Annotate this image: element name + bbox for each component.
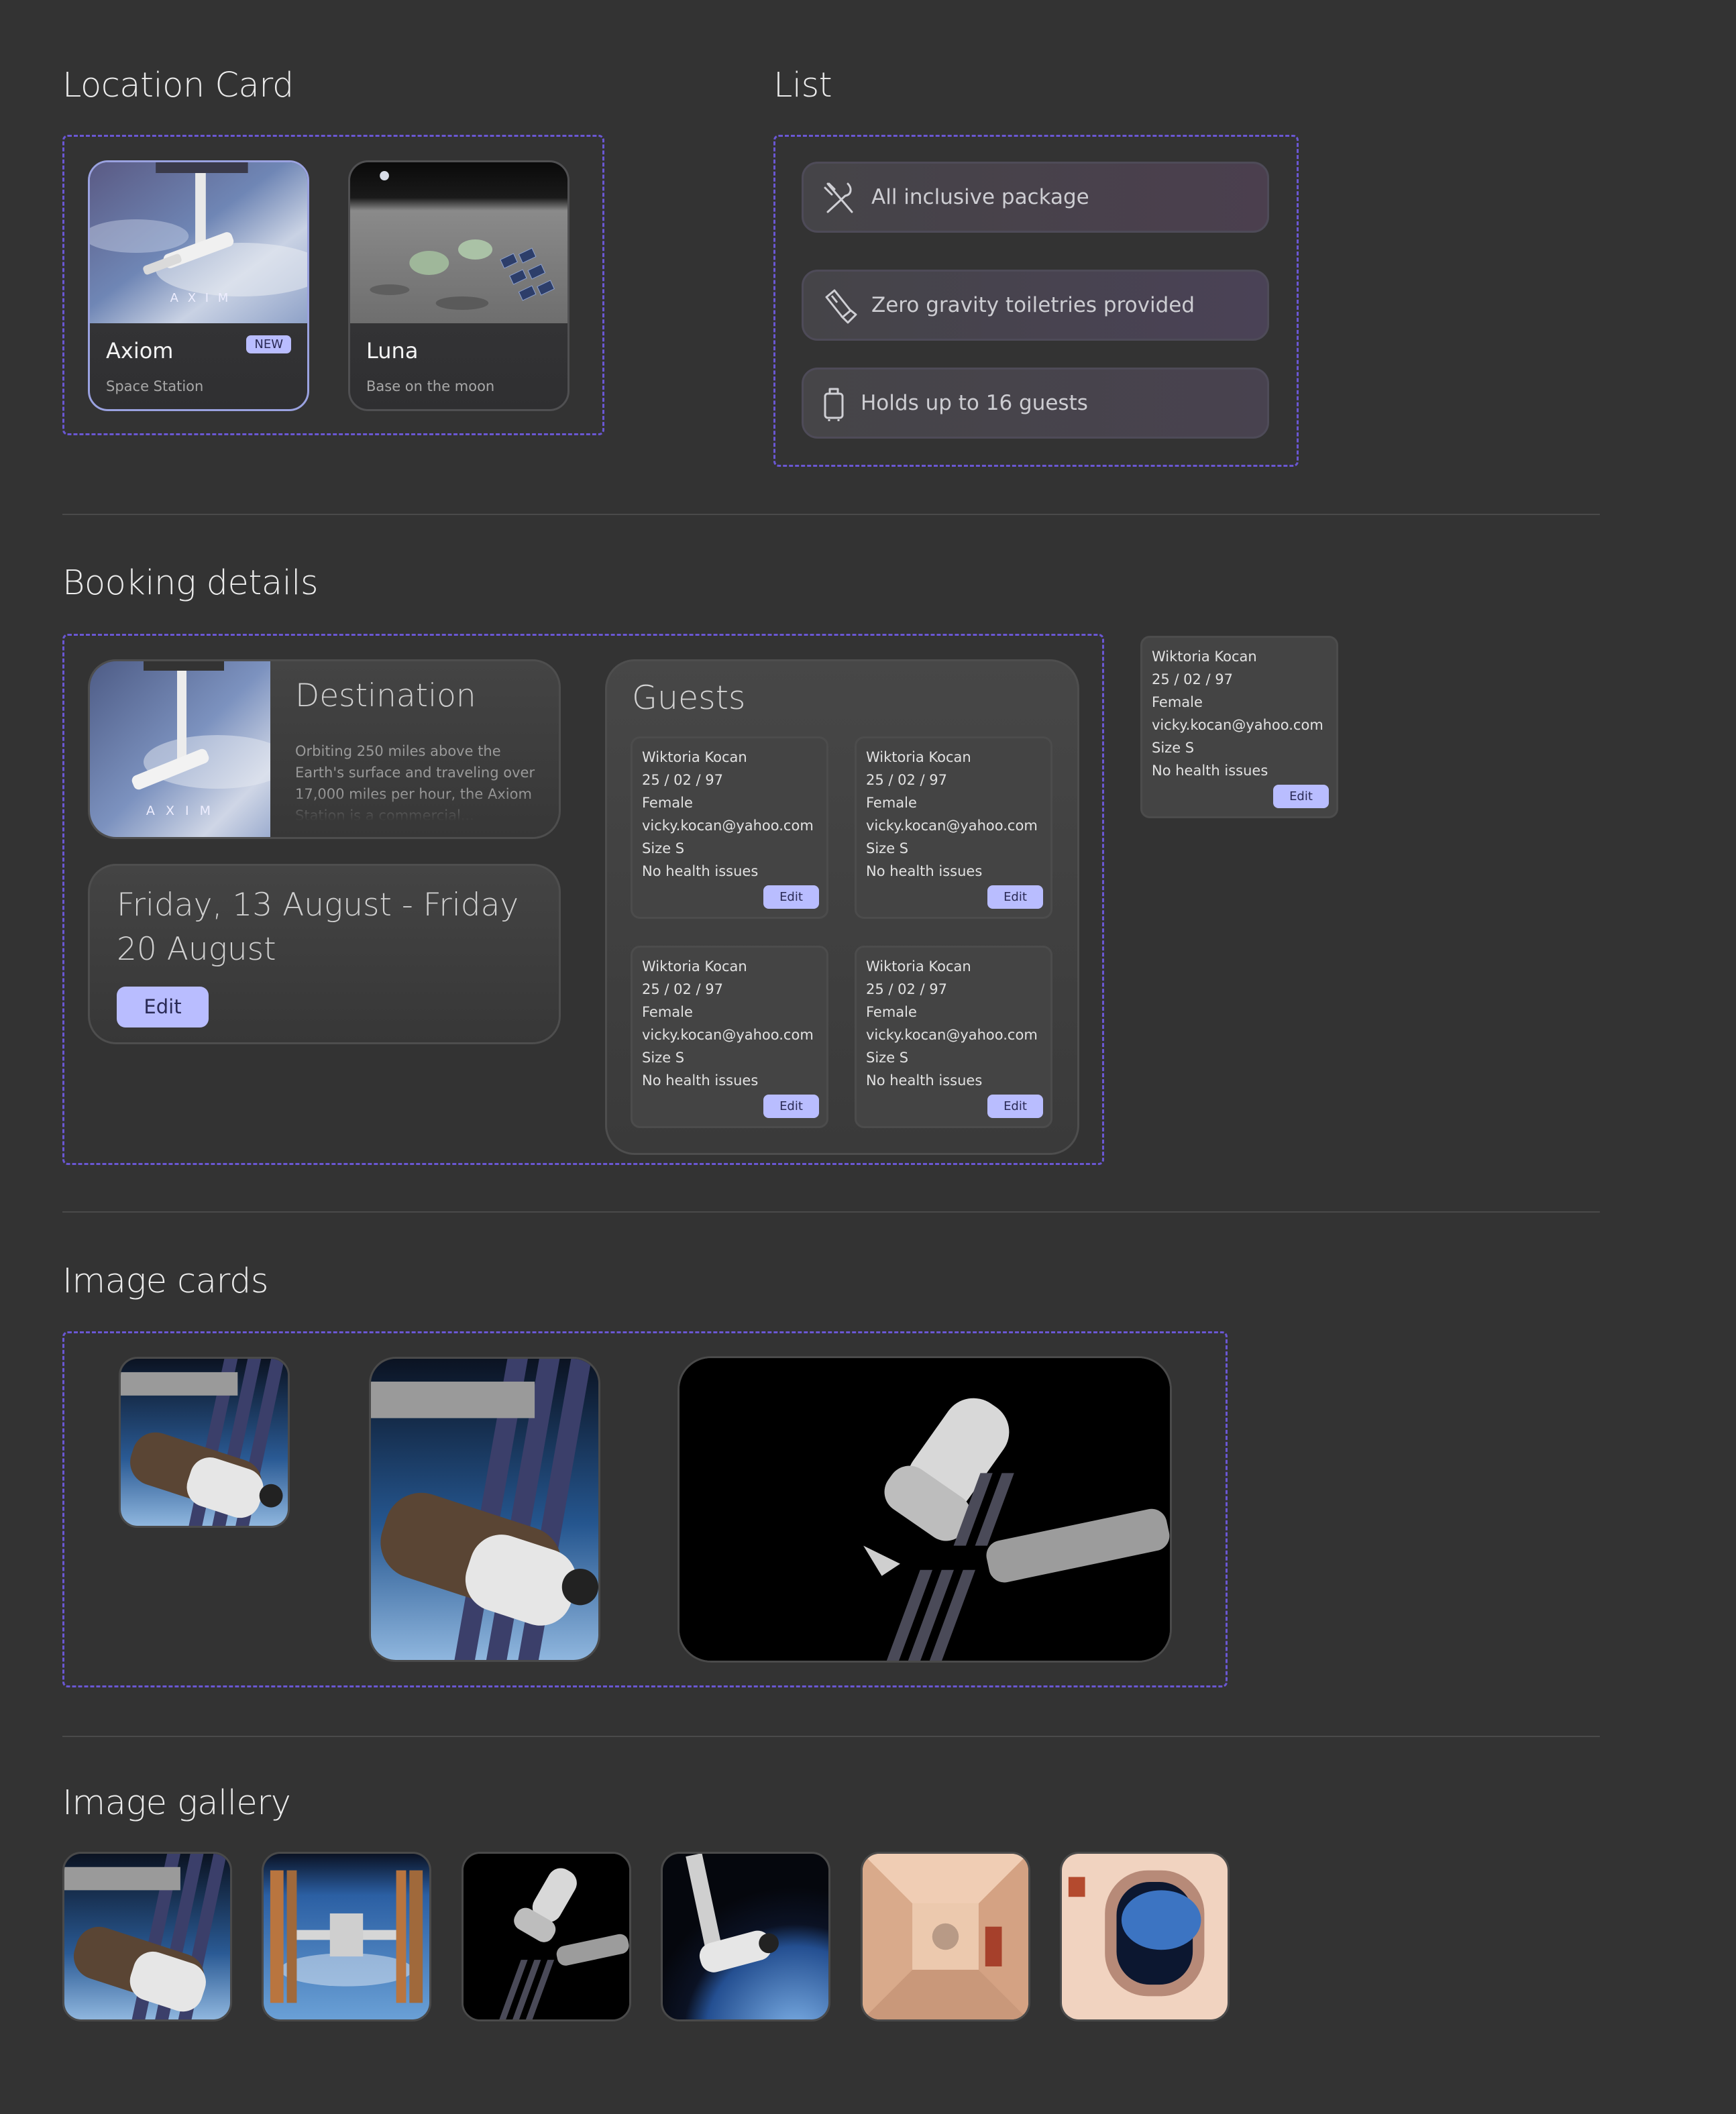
section-title-location-card: Location Card [62, 66, 294, 105]
guest-size: Size S [1152, 740, 1195, 756]
guest-name: Wiktoria Kocan [866, 958, 971, 975]
section-divider [62, 1211, 1600, 1213]
guest-size: Size S [642, 1050, 685, 1066]
guest-dob: 25 / 02 / 97 [866, 772, 948, 788]
guest-health: No health issues [866, 863, 983, 879]
guest-gender: Female [866, 795, 917, 811]
edit-dates-button[interactable]: Edit [117, 987, 209, 1027]
list-item-all-inclusive[interactable]: All inclusive package [802, 162, 1269, 233]
station-docking-image [464, 1854, 629, 2019]
gallery-image[interactable] [861, 1852, 1030, 2021]
station-docking-image [680, 1358, 1170, 1661]
guest-dob: 25 / 02 / 97 [1152, 671, 1234, 687]
guest-card: Wiktoria Kocan 25 / 02 / 97 Female vicky… [855, 946, 1052, 1128]
edit-guest-button[interactable]: Edit [987, 885, 1043, 909]
cabin-interior-image [863, 1854, 1028, 2019]
location-subtitle: Space Station [106, 378, 204, 394]
gallery-image[interactable] [462, 1852, 631, 2021]
image-card-small[interactable] [119, 1357, 290, 1528]
location-title: Luna [366, 338, 419, 364]
edit-guest-button[interactable]: Edit [987, 1095, 1043, 1118]
location-card-axiom[interactable]: A X I M Axiom NEW Space Station [88, 160, 309, 411]
destination-card[interactable]: A X I M Destination Orbiting 250 miles a… [88, 659, 561, 839]
guest-card-standalone: Wiktoria Kocan 25 / 02 / 97 Female vicky… [1140, 636, 1338, 818]
guest-dob: 25 / 02 / 97 [866, 981, 948, 997]
guests-title: Guests [632, 679, 746, 717]
moon-base-image [350, 162, 567, 323]
gallery-image[interactable] [262, 1852, 431, 2021]
iss-over-earth-image [264, 1854, 429, 2019]
guest-size: Size S [866, 840, 909, 856]
new-badge: NEW [246, 335, 291, 353]
guest-name: Wiktoria Kocan [1152, 649, 1257, 665]
toiletries-icon [825, 289, 857, 324]
gallery-image[interactable] [62, 1852, 232, 2021]
list-item-label: Zero gravity toiletries provided [871, 293, 1195, 317]
guest-health: No health issues [866, 1072, 983, 1089]
destination-title: Destination [295, 677, 476, 714]
guest-email: vicky.kocan@yahoo.com [866, 818, 1038, 834]
list-item-toiletries[interactable]: Zero gravity toiletries provided [802, 270, 1269, 341]
gallery-image[interactable] [1060, 1852, 1230, 2021]
image-card-medium[interactable] [369, 1357, 600, 1662]
guest-dob: 25 / 02 / 97 [642, 772, 724, 788]
edit-guest-button[interactable]: Edit [763, 885, 819, 909]
dates-card: Friday, 13 August - Friday 20 August Edi… [88, 864, 561, 1044]
station-module-image [121, 1359, 288, 1526]
axiom-logo-text: A X I M [146, 803, 215, 818]
guest-email: vicky.kocan@yahoo.com [642, 818, 814, 834]
guest-gender: Female [642, 1004, 693, 1020]
section-title-image-gallery: Image gallery [62, 1783, 291, 1823]
guest-gender: Female [642, 795, 693, 811]
guest-name: Wiktoria Kocan [642, 958, 747, 975]
destination-description: Orbiting 250 miles above the Earth's sur… [295, 743, 535, 821]
guest-email: vicky.kocan@yahoo.com [642, 1027, 814, 1043]
section-divider [62, 1736, 1600, 1737]
guest-health: No health issues [642, 863, 759, 879]
edit-guest-button[interactable]: Edit [763, 1095, 819, 1118]
guest-card: Wiktoria Kocan 25 / 02 / 97 Female vicky… [855, 736, 1052, 919]
guest-gender: Female [866, 1004, 917, 1020]
station-module-image [371, 1359, 598, 1660]
guest-health: No health issues [642, 1072, 759, 1089]
list-item-guests-capacity[interactable]: Holds up to 16 guests [802, 368, 1269, 439]
section-title-booking-details: Booking details [62, 563, 319, 603]
guest-email: vicky.kocan@yahoo.com [866, 1027, 1038, 1043]
location-card-luna[interactable]: Luna Base on the moon [348, 160, 569, 411]
guest-name: Wiktoria Kocan [642, 749, 747, 765]
guest-dob: 25 / 02 / 97 [642, 981, 724, 997]
list-item-label: Holds up to 16 guests [861, 391, 1088, 415]
utensils-icon [824, 182, 853, 213]
section-divider [62, 514, 1600, 515]
image-card-large[interactable] [677, 1356, 1172, 1663]
booking-dates: Friday, 13 August - Friday 20 August [117, 887, 519, 968]
guest-size: Size S [642, 840, 685, 856]
guest-email: vicky.kocan@yahoo.com [1152, 717, 1323, 733]
gallery-image[interactable] [661, 1852, 830, 2021]
guest-name: Wiktoria Kocan [866, 749, 971, 765]
list-item-label: All inclusive package [871, 185, 1089, 209]
guest-card: Wiktoria Kocan 25 / 02 / 97 Female vicky… [631, 946, 828, 1128]
guest-gender: Female [1152, 694, 1203, 710]
guest-health: No health issues [1152, 763, 1268, 779]
station-module-image [64, 1854, 230, 2019]
guest-size: Size S [866, 1050, 909, 1066]
axiom-logo-text: A X I M [170, 291, 231, 305]
section-title-list: List [773, 66, 832, 105]
section-title-image-cards: Image cards [62, 1262, 268, 1301]
guest-card: Wiktoria Kocan 25 / 02 / 97 Female vicky… [631, 736, 828, 919]
location-title: Axiom [106, 338, 174, 364]
edit-guest-button[interactable]: Edit [1273, 785, 1329, 808]
cabin-window-image [1062, 1854, 1228, 2019]
location-subtitle: Base on the moon [366, 378, 495, 394]
station-earth-horizon-image [663, 1854, 828, 2019]
luggage-icon [824, 388, 844, 421]
